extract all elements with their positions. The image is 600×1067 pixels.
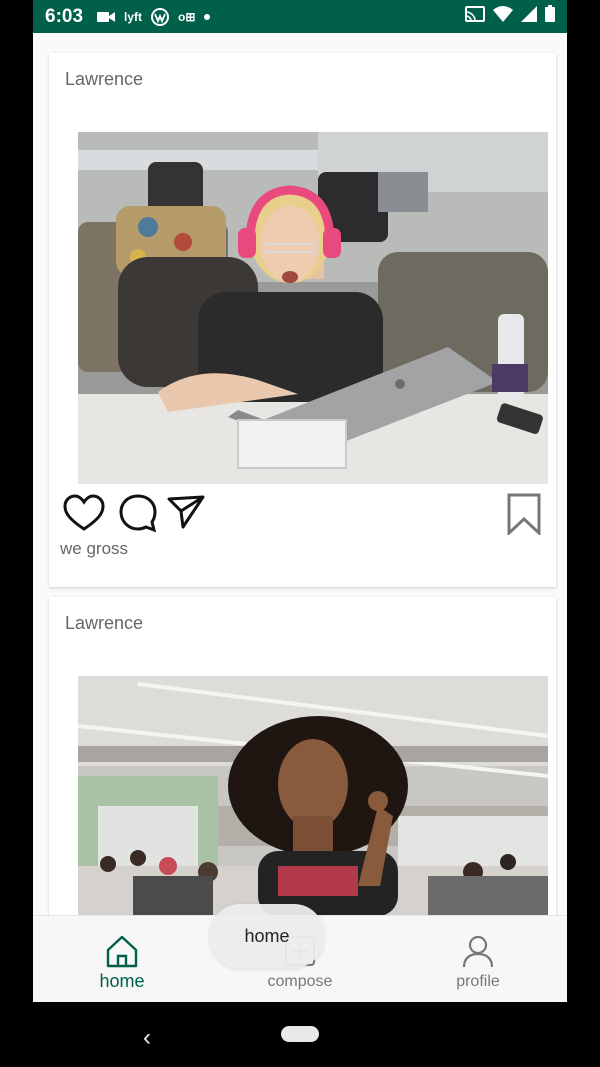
status-bar: 6:03 lyft o⊞ [33, 0, 567, 33]
signal-icon [521, 5, 537, 28]
video-icon [97, 10, 116, 24]
status-time: 6:03 [45, 5, 84, 27]
bookmark-icon[interactable] [507, 493, 541, 540]
back-chevron-icon[interactable]: ‹ [143, 1024, 151, 1052]
tab-profile-label: profile [456, 973, 500, 990]
like-heart-icon[interactable] [63, 493, 105, 538]
share-send-icon[interactable] [167, 493, 205, 536]
post-card: Lawrence [49, 597, 556, 915]
post-author[interactable]: Lawrence [65, 69, 143, 90]
comment-icon[interactable] [118, 493, 158, 538]
feed-list[interactable]: Lawrence we gross Lawrence [33, 33, 567, 915]
notification-icons: lyft o⊞ [97, 7, 211, 26]
home-icon [105, 934, 139, 968]
tab-tooltip: home [210, 904, 324, 968]
home-pill-button[interactable] [281, 1026, 319, 1042]
lyft-icon: lyft [124, 9, 143, 24]
post-card: Lawrence [49, 53, 556, 587]
post-image[interactable] [78, 132, 548, 484]
tab-profile[interactable]: profile [389, 916, 567, 1002]
post-author[interactable]: Lawrence [65, 613, 143, 634]
dot-icon [204, 13, 211, 20]
app-screen: 6:03 lyft o⊞ Lawrence we gross Lawrence … [33, 0, 567, 1002]
cast-icon [465, 5, 485, 28]
battery-icon [545, 5, 555, 28]
wifi-icon [493, 5, 513, 28]
wattpad-icon [151, 7, 170, 26]
tab-home[interactable]: home [33, 916, 211, 1002]
outlook-icon: o⊞ [178, 9, 196, 24]
tab-home-label: home [99, 971, 145, 991]
system-icons [465, 5, 555, 28]
post-actions [63, 493, 543, 538]
post-image[interactable] [78, 676, 548, 915]
post-caption: we gross [60, 539, 129, 558]
person-icon [461, 934, 495, 968]
tab-compose-label: compose [267, 973, 333, 990]
